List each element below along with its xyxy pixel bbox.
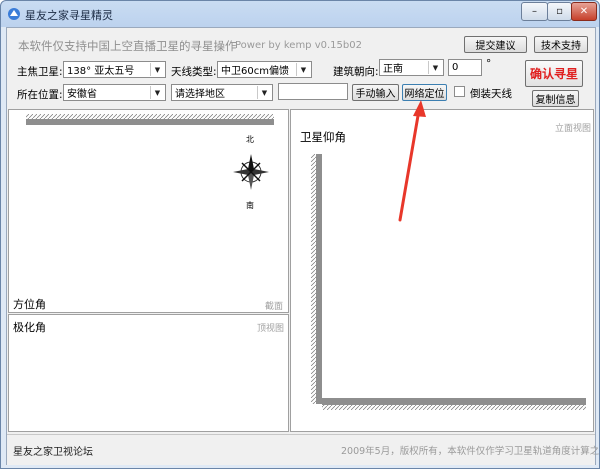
version-text: Power by kemp v0.15b02	[235, 40, 362, 51]
chevron-down-icon: ▼	[296, 63, 310, 76]
chevron-down-icon: ▼	[428, 61, 442, 74]
elevation-hint: 立面视图	[555, 124, 592, 134]
app-window: 星友之家寻星精灵 – ▫ ✕ 本软件仅支持中国上空直播卫星的寻星操作 Power…	[0, 0, 600, 469]
polar-hint: 顶视图	[257, 324, 285, 334]
region-select[interactable]: 请选择地区 ▼	[171, 84, 273, 101]
polar-label: 极化角	[13, 321, 46, 334]
building-orientation-value: 正南	[383, 64, 403, 75]
window-title: 星友之家寻星精灵	[25, 9, 113, 22]
tech-support-button[interactable]: 技术支持	[534, 36, 588, 53]
compass-north-label: 北	[246, 135, 254, 144]
building-orientation-select[interactable]: 正南 ▼	[379, 59, 444, 76]
title-bar: 星友之家寻星精灵 – ▫ ✕	[1, 1, 599, 27]
region-value: 请选择地区	[175, 89, 225, 100]
close-button[interactable]: ✕	[571, 2, 597, 21]
chevron-down-icon: ▼	[150, 63, 164, 76]
polar-panel: 极化角 顶视图	[8, 314, 289, 432]
minimize-button[interactable]: –	[521, 2, 548, 21]
status-bar: 星友之家卫视论坛 2009年5月，版权所有，本软件仅作学习卫星轨道角度计算之用。	[7, 434, 599, 465]
satellite-label: 主焦卫星:	[17, 66, 63, 78]
submit-suggestion-button[interactable]: 提交建议	[464, 36, 527, 53]
location-label: 所在位置:	[17, 89, 63, 101]
chevron-down-icon: ▼	[257, 86, 271, 99]
annotation-arrow-icon	[398, 100, 426, 222]
restore-button[interactable]: ▫	[547, 2, 572, 21]
elevation-drawing	[311, 154, 586, 410]
satellite-select[interactable]: 138° 亚太五号 ▼	[63, 61, 166, 78]
azimuth-label: 方位角	[13, 298, 46, 311]
satellite-value: 138° 亚太五号	[67, 66, 135, 77]
province-select[interactable]: 安徽省 ▼	[63, 84, 166, 101]
invert-antenna-checkbox[interactable]	[454, 86, 465, 97]
antenna-select[interactable]: 中卫60cm偏馈 ▼	[217, 61, 312, 78]
forum-link[interactable]: 星友之家卫视论坛	[13, 443, 93, 458]
azimuth-hint: 截面	[265, 302, 284, 312]
province-value: 安徽省	[67, 89, 97, 100]
compass-rose-icon	[233, 154, 269, 190]
antenna-value: 中卫60cm偏馈	[221, 66, 289, 77]
location-text-input[interactable]	[278, 83, 348, 100]
app-icon	[8, 8, 20, 20]
confirm-search-button[interactable]: 确认寻星	[525, 60, 583, 87]
client-area: 本软件仅支持中国上空直播卫星的寻星操作 Power by kemp v0.15b…	[6, 27, 599, 465]
app-subtitle: 本软件仅支持中国上空直播卫星的寻星操作	[18, 39, 237, 53]
azimuth-panel: 北 南 方位角 截面	[8, 109, 289, 313]
elevation-label: 卫星仰角	[300, 130, 346, 144]
degree-unit: °	[486, 58, 492, 70]
invert-antenna-label: 倒装天线	[470, 88, 512, 100]
chevron-down-icon: ▼	[150, 86, 164, 99]
compass-south-label: 南	[246, 201, 254, 210]
degree-input[interactable]: 0	[448, 59, 482, 76]
building-orientation-label: 建筑朝向:	[333, 66, 379, 78]
copy-info-button[interactable]: 复制信息	[532, 90, 579, 107]
antenna-label: 天线类型:	[171, 66, 217, 78]
copyright-text: 2009年5月，版权所有，本软件仅作学习卫星轨道角度计算之用。	[341, 446, 600, 457]
elevation-panel: 卫星仰角 立面视图	[290, 109, 594, 432]
